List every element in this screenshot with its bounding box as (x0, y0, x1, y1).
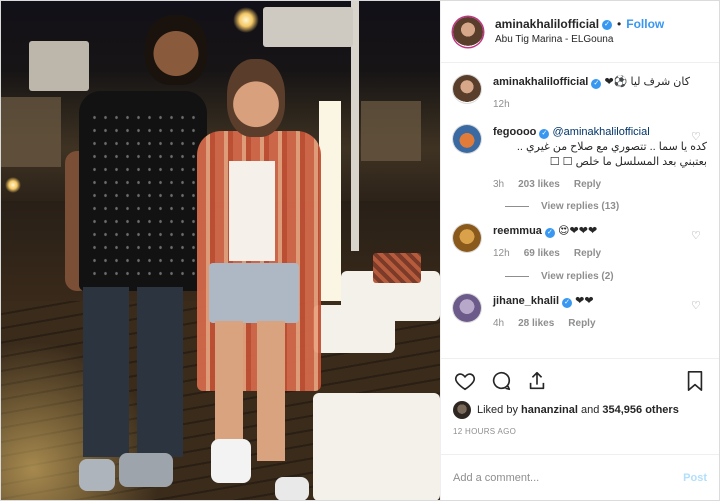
comments-list[interactable]: aminakhalilofficial ✓ كان شرف ليا ⚽❤ 12h… (441, 63, 719, 358)
photo-spotlight (29, 41, 89, 91)
photo-person (211, 439, 251, 483)
comment-icon[interactable] (489, 369, 513, 393)
comment-item: fegoooo ✓ @aminakhalilofficial كده يا سم… (453, 125, 707, 191)
photo-person (229, 161, 275, 261)
view-replies-label: View replies (13) (541, 201, 620, 213)
verified-badge-icon: ✓ (544, 228, 555, 239)
reply-button[interactable]: Reply (574, 178, 601, 192)
verified-badge-icon: ✓ (562, 297, 573, 308)
verified-badge-icon: ✓ (539, 129, 550, 140)
comment-meta: 3h 203 likes Reply (493, 178, 707, 192)
comment-age[interactable]: 3h (493, 178, 504, 192)
commenter-avatar[interactable] (453, 125, 481, 154)
caption-text: كان شرف ليا ⚽❤ (604, 76, 690, 88)
comment-item: reemmua ✓ 😍❤❤❤ 12h 69 likes Reply ♡ (453, 224, 707, 260)
photo-person (79, 459, 115, 491)
likes-others-link[interactable]: 354,956 others (602, 404, 678, 416)
photo-building (1, 97, 61, 167)
comment-body: reemmua ✓ 😍❤❤❤ 12h 69 likes Reply (493, 224, 707, 260)
likes-middle: and (580, 404, 600, 416)
author-info: aminakhalilofficial ✓ • Follow Abu Tig M… (495, 17, 664, 46)
location-link[interactable]: Abu Tig Marina - ELGouna (495, 33, 664, 46)
photo-lamp (233, 7, 259, 33)
photo-light-column (319, 101, 341, 301)
view-replies-label: View replies (2) (541, 270, 614, 282)
caption: aminakhalilofficial ✓ كان شرف ليا ⚽❤ 12h (453, 75, 707, 111)
comment-age[interactable]: 12h (493, 247, 510, 261)
commenter-avatar[interactable] (453, 224, 481, 253)
photo-spotlight (263, 7, 353, 47)
photo-table (313, 305, 395, 353)
add-comment-bar: Post (441, 454, 719, 500)
comment-likes[interactable]: 203 likes (518, 178, 560, 192)
photo-lamp (5, 177, 21, 193)
verified-badge-icon: ✓ (602, 20, 613, 30)
comment-body: jihane_khalil ✓ ❤❤ 4h 28 likes Reply (493, 294, 707, 330)
comment-text: كده يا سما .. تتصوري مع صلاح من غيري .. … (516, 141, 707, 169)
view-replies-button[interactable]: View replies (2) (505, 271, 707, 282)
photo-cushion (373, 253, 421, 283)
photo-building (361, 101, 421, 161)
comment-meta: 4h 28 likes Reply (493, 317, 707, 331)
share-icon[interactable] (525, 369, 549, 393)
post-side-panel: aminakhalilofficial ✓ • Follow Abu Tig M… (440, 1, 719, 500)
separator-dot: • (617, 17, 622, 32)
commenter-username[interactable]: jihane_khalil (493, 295, 559, 307)
photo-person (145, 15, 207, 85)
caption-body: aminakhalilofficial ✓ كان شرف ليا ⚽❤ 12h (493, 75, 707, 111)
verified-badge-icon: ✓ (591, 79, 602, 89)
comment-mention[interactable]: @aminakhalilofficial (553, 126, 650, 138)
author-avatar[interactable] (453, 16, 483, 47)
comment-input[interactable] (453, 471, 684, 484)
post-header: aminakhalilofficial ✓ • Follow Abu Tig M… (441, 1, 719, 63)
photo-person (83, 287, 183, 457)
likes-prefix: Liked by (477, 404, 518, 416)
comment-like-heart-icon[interactable]: ♡ (691, 230, 703, 242)
comment-age[interactable]: 4h (493, 317, 504, 331)
post-comment-button[interactable]: Post (683, 472, 707, 484)
comment-like-heart-icon[interactable]: ♡ (691, 131, 703, 143)
comment-likes[interactable]: 69 likes (524, 247, 560, 261)
caption-avatar[interactable] (453, 75, 481, 103)
bookmark-icon[interactable] (683, 369, 707, 393)
comment-text: 😍❤❤❤ (558, 225, 598, 238)
view-replies-button[interactable]: View replies (13) (505, 201, 707, 212)
comment-meta: 12h 69 likes Reply (493, 247, 707, 261)
post-photo[interactable] (1, 1, 440, 500)
comment-text: ❤❤ (575, 294, 594, 307)
likes-summary: Liked by hananzinal and 354,956 others (453, 401, 707, 419)
reply-button[interactable]: Reply (568, 317, 595, 331)
author-username[interactable]: aminakhalilofficial (495, 17, 599, 33)
commenter-username[interactable]: fegoooo (493, 126, 536, 138)
photo-person (89, 111, 199, 281)
comment-item: jihane_khalil ✓ ❤❤ 4h 28 likes Reply ♡ (453, 293, 707, 330)
comment-like-heart-icon[interactable]: ♡ (691, 300, 703, 312)
post-modal: aminakhalilofficial ✓ • Follow Abu Tig M… (0, 0, 720, 501)
author-row: aminakhalilofficial ✓ • Follow (495, 17, 664, 33)
post-actions: Liked by hananzinal and 354,956 others 1… (441, 358, 719, 454)
liker-username[interactable]: hananzinal (521, 404, 578, 416)
follow-button[interactable]: Follow (626, 17, 664, 33)
commenter-username[interactable]: reemmua (493, 225, 542, 237)
caption-meta: 12h (493, 98, 707, 112)
comment-body: fegoooo ✓ @aminakhalilofficial كده يا سم… (493, 125, 707, 191)
action-icons-row (453, 367, 707, 395)
photo-lounger (313, 393, 440, 500)
photo-person (209, 263, 299, 323)
photo-person (119, 453, 173, 487)
caption-username[interactable]: aminakhalilofficial (493, 76, 588, 88)
photo-person (275, 477, 309, 500)
post-timestamp[interactable]: 12 HOURS AGO (453, 427, 707, 436)
view-replies-line (505, 275, 529, 277)
heart-icon[interactable] (453, 369, 477, 393)
photo-person (227, 59, 285, 137)
comment-likes[interactable]: 28 likes (518, 317, 554, 331)
reply-button[interactable]: Reply (574, 247, 601, 261)
commenter-avatar[interactable] (453, 293, 481, 322)
view-replies-line (505, 206, 529, 208)
caption-age[interactable]: 12h (493, 98, 510, 112)
liker-avatar[interactable] (453, 401, 471, 419)
